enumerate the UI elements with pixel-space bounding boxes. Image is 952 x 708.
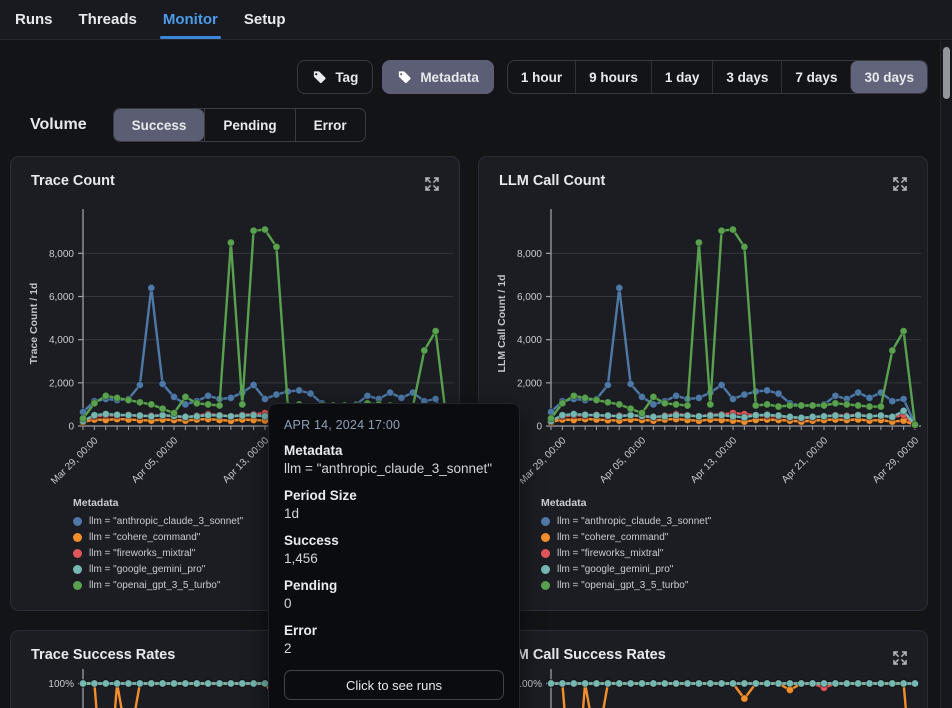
tooltip-pending-value: 0 — [284, 596, 504, 612]
svg-text:6,000: 6,000 — [49, 292, 74, 303]
legend-dot — [73, 549, 82, 558]
legend-dot — [73, 517, 82, 526]
svg-text:Apr 21, 00:00: Apr 21, 00:00 — [780, 435, 831, 486]
nav-item-threads[interactable]: Threads — [76, 0, 140, 39]
svg-text:Apr 13, 00:00: Apr 13, 00:00 — [221, 435, 272, 486]
legend-item-cohere[interactable]: llm = "cohere_command" — [541, 529, 927, 545]
volume-section-label: Volume — [30, 116, 87, 134]
tooltip-timestamp: APR 14, 2024 17:00 — [284, 418, 504, 432]
svg-text:100%: 100% — [48, 679, 74, 690]
tag-filter-label: Tag — [335, 70, 358, 85]
legend-item-anthropic[interactable]: llm = "anthropic_claude_3_sonnet" — [541, 513, 927, 529]
svg-text:Trace Count / 1d: Trace Count / 1d — [28, 283, 40, 365]
trace-success-rates-title: Trace Success Rates — [31, 647, 175, 663]
llm-call-success-rates-title: LLM Call Success Rates — [499, 647, 666, 663]
svg-text:Mar 29, 00:00: Mar 29, 00:00 — [517, 435, 569, 487]
chart-legend: Metadata llm = "anthropic_claude_3_sonne… — [541, 497, 927, 593]
svg-text:6,000: 6,000 — [517, 292, 542, 303]
legend-dot — [541, 533, 550, 542]
legend-title: Metadata — [541, 497, 927, 509]
time-range-1-hour[interactable]: 1 hour — [508, 61, 575, 93]
svg-text:Apr 29, 00:00: Apr 29, 00:00 — [871, 435, 922, 486]
svg-text:4,000: 4,000 — [517, 335, 542, 346]
nav-item-setup[interactable]: Setup — [241, 0, 289, 39]
time-range-7-days[interactable]: 7 days — [781, 61, 850, 93]
llm-call-count-title: LLM Call Count — [499, 173, 605, 189]
metadata-filter-label: Metadata — [420, 70, 479, 85]
tab-pending[interactable]: Pending — [204, 109, 294, 141]
tab-success[interactable]: Success — [114, 109, 205, 141]
legend-dot — [541, 549, 550, 558]
tooltip-error-value: 2 — [284, 641, 504, 657]
tooltip-period-size-label: Period Size — [284, 488, 504, 504]
filter-row: Tag Metadata 1 hour 9 hours 1 day 3 days… — [0, 40, 952, 94]
time-range-group: 1 hour 9 hours 1 day 3 days 7 days 30 da… — [507, 60, 928, 94]
tab-error[interactable]: Error — [295, 109, 365, 141]
svg-text:Apr 05, 00:00: Apr 05, 00:00 — [130, 435, 181, 486]
volume-status-tabs: Success Pending Error — [113, 108, 366, 142]
nav-item-monitor[interactable]: Monitor — [160, 0, 221, 39]
svg-text:Mar 29, 00:00: Mar 29, 00:00 — [49, 435, 101, 487]
expand-icon — [891, 649, 909, 667]
legend-dot — [73, 565, 82, 574]
expand-icon — [423, 175, 441, 193]
legend-dot — [541, 517, 550, 526]
time-range-30-days[interactable]: 30 days — [850, 61, 927, 93]
tag-filter-button[interactable]: Tag — [297, 60, 373, 94]
svg-text:8,000: 8,000 — [49, 249, 74, 260]
time-range-1-day[interactable]: 1 day — [651, 61, 713, 93]
metadata-filter-button[interactable]: Metadata — [382, 60, 494, 94]
svg-text:2,000: 2,000 — [517, 378, 542, 389]
time-range-9-hours[interactable]: 9 hours — [575, 61, 651, 93]
svg-text:0: 0 — [68, 422, 74, 433]
vertical-scrollbar-thumb[interactable] — [943, 47, 950, 99]
tag-icon — [312, 70, 327, 85]
expand-button[interactable] — [889, 647, 911, 669]
legend-dot — [541, 565, 550, 574]
see-runs-button[interactable]: Click to see runs — [284, 670, 504, 700]
tag-icon — [397, 70, 412, 85]
llm-call-success-rates-card: LLM Call Success Rates 100%Mar 29, 00:00… — [478, 630, 928, 708]
vertical-scrollbar-track[interactable] — [940, 41, 952, 708]
tooltip-metadata-label: Metadata — [284, 443, 504, 459]
tooltip-success-label: Success — [284, 533, 504, 549]
svg-text:0: 0 — [536, 422, 542, 433]
expand-icon — [891, 175, 909, 193]
svg-text:4,000: 4,000 — [49, 335, 74, 346]
top-nav: Runs Threads Monitor Setup — [0, 0, 952, 40]
svg-text:8,000: 8,000 — [517, 249, 542, 260]
svg-text:100%: 100% — [516, 679, 542, 690]
svg-text:Apr 05, 00:00: Apr 05, 00:00 — [598, 435, 649, 486]
legend-dot — [541, 581, 550, 590]
tooltip-period-size-value: 1d — [284, 506, 504, 522]
volume-row: Volume Success Pending Error — [0, 94, 952, 142]
legend-dot — [73, 581, 82, 590]
expand-button[interactable] — [421, 173, 443, 195]
llm-call-count-card: LLM Call Count 0 2,000 4,000 6,000 8,000 Mar … — [478, 156, 928, 611]
chart-hover-tooltip: APR 14, 2024 17:00 Metadata llm = "anthr… — [268, 403, 520, 708]
llm-call-success-rates-chart[interactable]: 100%Mar 29, 00:00Apr 05, 00:00Apr 13, 00… — [479, 669, 928, 708]
legend-dot — [73, 533, 82, 542]
svg-text:2,000: 2,000 — [49, 378, 74, 389]
nav-item-runs[interactable]: Runs — [12, 0, 56, 39]
expand-button[interactable] — [889, 173, 911, 195]
time-range-3-days[interactable]: 3 days — [712, 61, 781, 93]
legend-item-google[interactable]: llm = "google_gemini_pro" — [541, 561, 927, 577]
llm-call-count-chart[interactable]: 0 2,000 4,000 6,000 8,000 Mar 29, 00:00 Apr 05… — [479, 201, 928, 497]
svg-text:LLM Call Count / 1d: LLM Call Count / 1d — [496, 275, 508, 373]
tooltip-success-value: 1,456 — [284, 551, 504, 567]
tooltip-pending-label: Pending — [284, 578, 504, 594]
tooltip-error-label: Error — [284, 623, 504, 639]
legend-item-fireworks[interactable]: llm = "fireworks_mixtral" — [541, 545, 927, 561]
trace-count-title: Trace Count — [31, 173, 115, 189]
svg-text:Apr 13, 00:00: Apr 13, 00:00 — [689, 435, 740, 486]
legend-item-openai[interactable]: llm = "openai_gpt_3_5_turbo" — [541, 577, 927, 593]
tooltip-metadata-value: llm = "anthropic_claude_3_sonnet" — [284, 461, 504, 477]
